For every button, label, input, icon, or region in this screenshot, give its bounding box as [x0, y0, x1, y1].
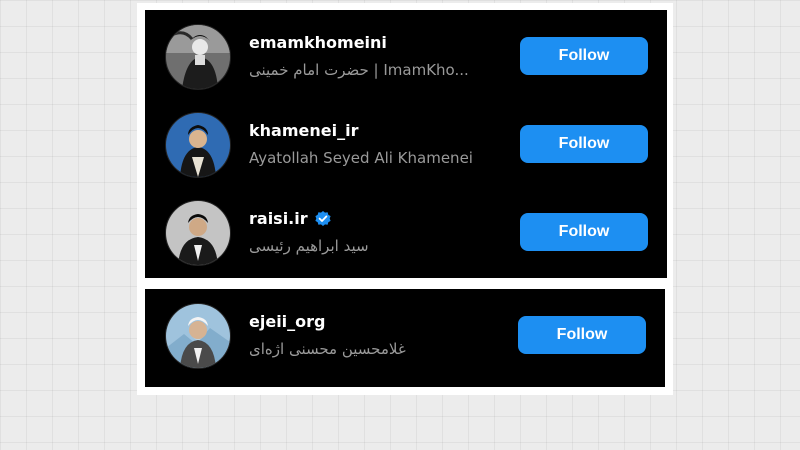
verified-badge-icon: [314, 210, 332, 228]
display-name: حضرت امام خمینی | ImamKho...: [249, 61, 469, 79]
username-text[interactable]: raisi.ir: [249, 209, 308, 228]
username-text[interactable]: khamenei_ir: [249, 121, 358, 140]
profile-photo-icon: [166, 113, 230, 177]
avatar[interactable]: [165, 200, 231, 266]
account-row[interactable]: ejeii_org غلامحسین محسنی اژه‌ای Follow: [145, 290, 665, 378]
username-text[interactable]: emamkhomeini: [249, 33, 387, 52]
username[interactable]: ejeii_org: [249, 312, 326, 331]
display-name: Ayatollah Seyed Ali Khamenei: [249, 149, 473, 167]
username[interactable]: emamkhomeini: [249, 33, 387, 52]
suggested-accounts-panel-top: emamkhomeini حضرت امام خمینی | ImamKho..…: [145, 10, 667, 278]
follow-button[interactable]: Follow: [520, 125, 648, 163]
avatar[interactable]: [165, 303, 231, 369]
username[interactable]: raisi.ir: [249, 209, 332, 228]
suggested-accounts-panel-bottom: ejeii_org غلامحسین محسنی اژه‌ای Follow: [145, 289, 665, 387]
display-name: سید ابراهیم رئیسی: [249, 237, 369, 255]
avatar[interactable]: [165, 24, 231, 90]
username[interactable]: khamenei_ir: [249, 121, 358, 140]
profile-photo-icon: [166, 25, 230, 89]
display-name: غلامحسین محسنی اژه‌ای: [249, 340, 406, 358]
avatar[interactable]: [165, 112, 231, 178]
follow-button[interactable]: Follow: [520, 213, 648, 251]
follow-button[interactable]: Follow: [518, 316, 646, 354]
account-row[interactable]: khamenei_ir Ayatollah Seyed Ali Khamenei…: [145, 99, 667, 187]
follow-button[interactable]: Follow: [520, 37, 648, 75]
account-row[interactable]: emamkhomeini حضرت امام خمینی | ImamKho..…: [145, 11, 667, 99]
account-row[interactable]: raisi.ir سید ابراهیم رئیسی Follow: [145, 187, 667, 275]
profile-photo-icon: [166, 304, 230, 368]
profile-photo-icon: [166, 201, 230, 265]
username-text[interactable]: ejeii_org: [249, 312, 326, 331]
